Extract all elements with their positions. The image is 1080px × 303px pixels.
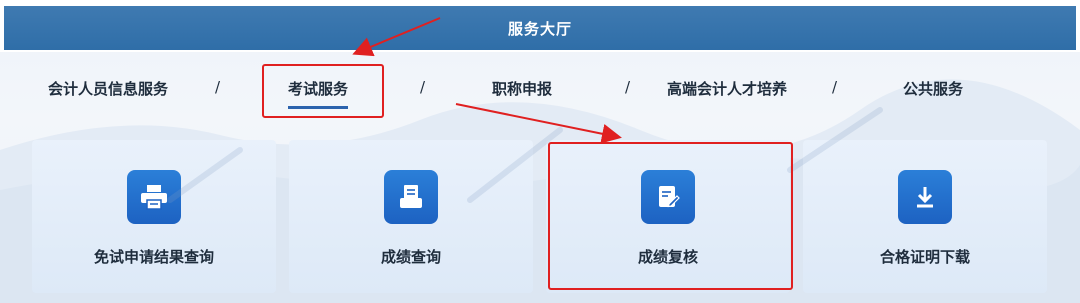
card-score-query[interactable]: 成绩查询 [289, 140, 533, 293]
header-title: 服务大厅 [507, 19, 572, 38]
tab-label: 会计人员信息服务 [48, 80, 169, 98]
tab-separator: / [215, 78, 221, 96]
card-certificate-download[interactable]: 合格证明下载 [803, 140, 1047, 293]
service-tabs: 会计人员信息服务 / 考试服务 / 职称申报 / 高端会计人才培养 / 公共服务 [0, 68, 1080, 114]
card-exemption-result-query[interactable]: 免试申请结果查询 [32, 140, 276, 293]
tab-separator: / [420, 78, 426, 96]
score-printer-icon [384, 170, 438, 224]
header-bar: 服务大厅 [4, 6, 1076, 50]
highlight-box-score-review [548, 142, 793, 290]
card-label: 免试申请结果查询 [93, 248, 214, 266]
tab-separator: / [625, 78, 631, 96]
highlight-box-exam-tab [262, 64, 384, 118]
tab-accountant-info[interactable]: 会计人员信息服务 [48, 78, 168, 99]
tab-separator: / [832, 78, 838, 96]
tab-senior-accountant-training[interactable]: 高端会计人才培养 [667, 78, 787, 99]
service-hall-header: 服务大厅 [0, 0, 1080, 52]
tab-label: 公共服务 [903, 80, 964, 98]
tab-label: 职称申报 [492, 80, 553, 98]
card-label: 成绩查询 [380, 248, 441, 266]
printer-icon [127, 170, 181, 224]
tab-public-service[interactable]: 公共服务 [903, 78, 963, 99]
download-icon [898, 170, 952, 224]
tab-title-application[interactable]: 职称申报 [492, 78, 552, 99]
card-label: 合格证明下载 [879, 248, 970, 266]
tab-label: 高端会计人才培养 [667, 80, 788, 98]
